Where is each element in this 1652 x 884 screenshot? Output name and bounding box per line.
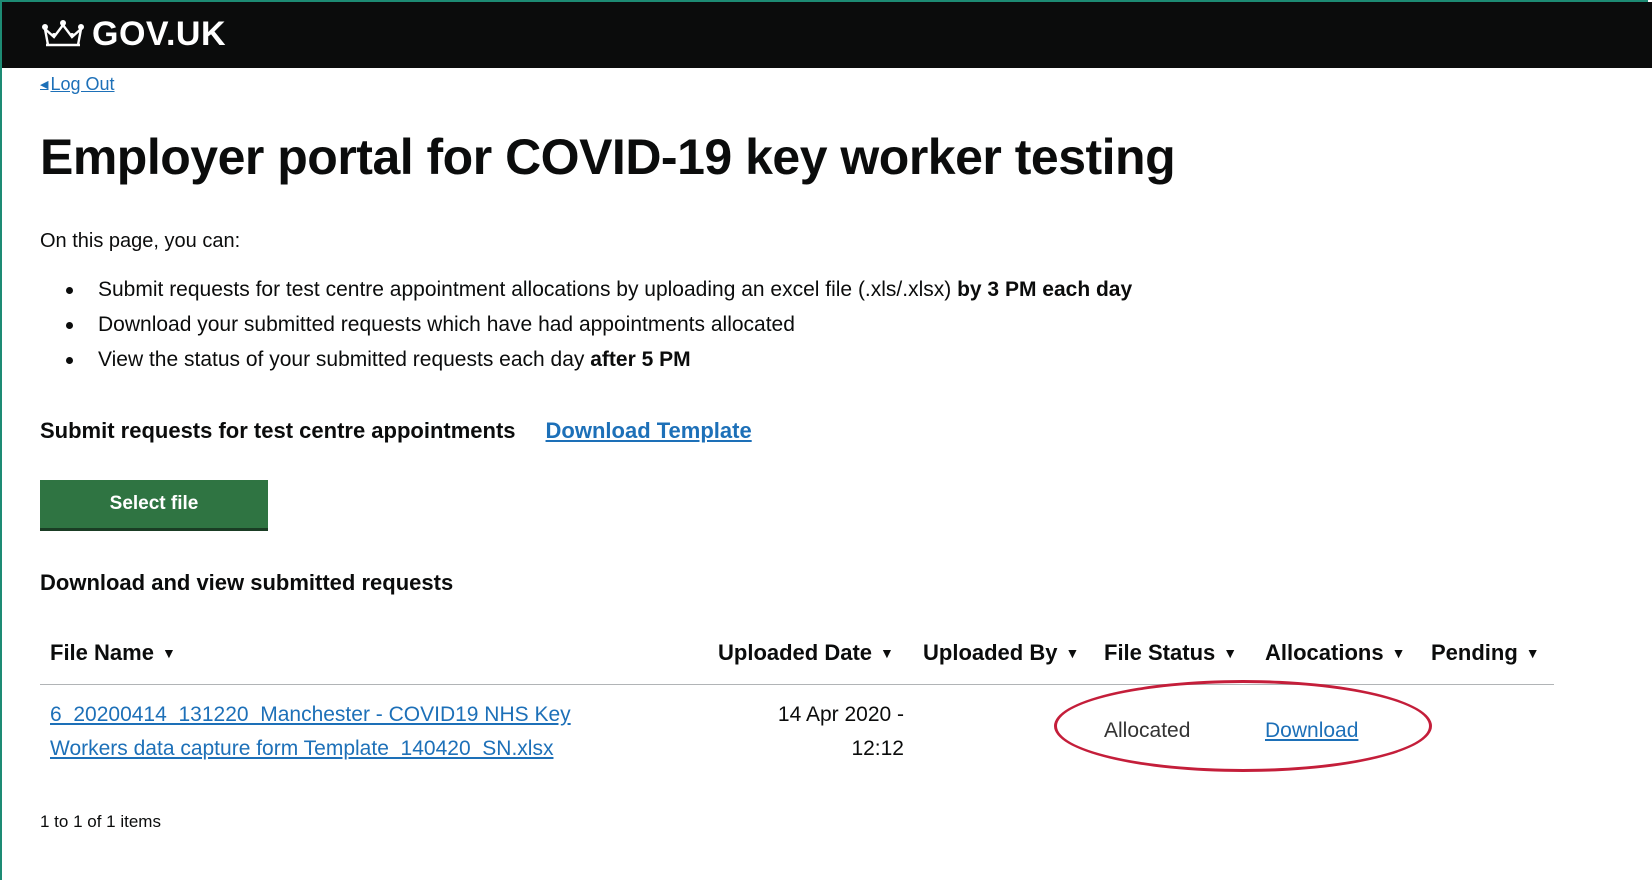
sort-caret-icon: ▼ xyxy=(880,645,894,661)
list-item: Submit requests for test centre appointm… xyxy=(40,274,1132,309)
sort-caret-icon: ▼ xyxy=(1223,645,1238,661)
column-header-uploaded-date[interactable]: Uploaded Date ▼ xyxy=(718,640,894,666)
column-header-pending[interactable]: Pending ▼ xyxy=(1431,640,1540,666)
column-header-allocations[interactable]: Allocations ▼ xyxy=(1265,640,1405,666)
table-header-divider xyxy=(40,684,1554,685)
sort-caret-icon: ▼ xyxy=(1391,645,1406,661)
download-allocations-link[interactable]: Download xyxy=(1265,714,1358,748)
column-header-file-name[interactable]: File Name ▼ xyxy=(50,640,176,666)
pagination-count: 1 to 1 of 1 items xyxy=(40,812,161,831)
submit-row: Submit requests for test centre appointm… xyxy=(40,418,752,444)
file-status: Allocated xyxy=(1104,719,1191,742)
log-out-link[interactable]: ◀ Log Out xyxy=(40,74,115,95)
column-header-uploaded-by[interactable]: Uploaded By ▼ xyxy=(923,640,1079,666)
sort-caret-icon: ▼ xyxy=(1525,645,1540,661)
submit-label: Submit requests for test centre appointm… xyxy=(40,418,516,443)
back-arrow-icon: ◀ xyxy=(40,79,49,91)
list-item: View the status of your submitted reques… xyxy=(40,344,1132,379)
govuk-logo[interactable]: GOV.UK xyxy=(40,16,226,52)
select-file-button[interactable]: Select file xyxy=(40,480,268,528)
list-item: Download your submitted requests which h… xyxy=(40,309,1132,344)
page-title: Employer portal for COVID-19 key worker … xyxy=(40,129,1176,185)
file-name-link[interactable]: 6_20200414_131220_Manchester - COVID19 N… xyxy=(50,703,571,760)
log-out-label: Log Out xyxy=(50,74,115,94)
uploaded-date: 14 Apr 2020 - 12:12 xyxy=(777,703,904,760)
table-row: 6_20200414_131220_Manchester - COVID19 N… xyxy=(50,698,670,766)
sort-caret-icon: ▼ xyxy=(161,645,176,661)
govuk-header: GOV.UK xyxy=(2,2,1652,68)
intro-text: On this page, you can: xyxy=(40,230,241,252)
crown-icon xyxy=(42,20,84,47)
download-template-link[interactable]: Download Template xyxy=(546,418,752,444)
sort-caret-icon: ▼ xyxy=(1065,645,1080,661)
column-header-file-status[interactable]: File Status ▼ xyxy=(1104,640,1237,666)
requests-heading: Download and view submitted requests xyxy=(40,570,454,595)
logo-text: GOV.UK xyxy=(92,15,227,53)
feature-list: Submit requests for test centre appointm… xyxy=(40,274,1132,379)
